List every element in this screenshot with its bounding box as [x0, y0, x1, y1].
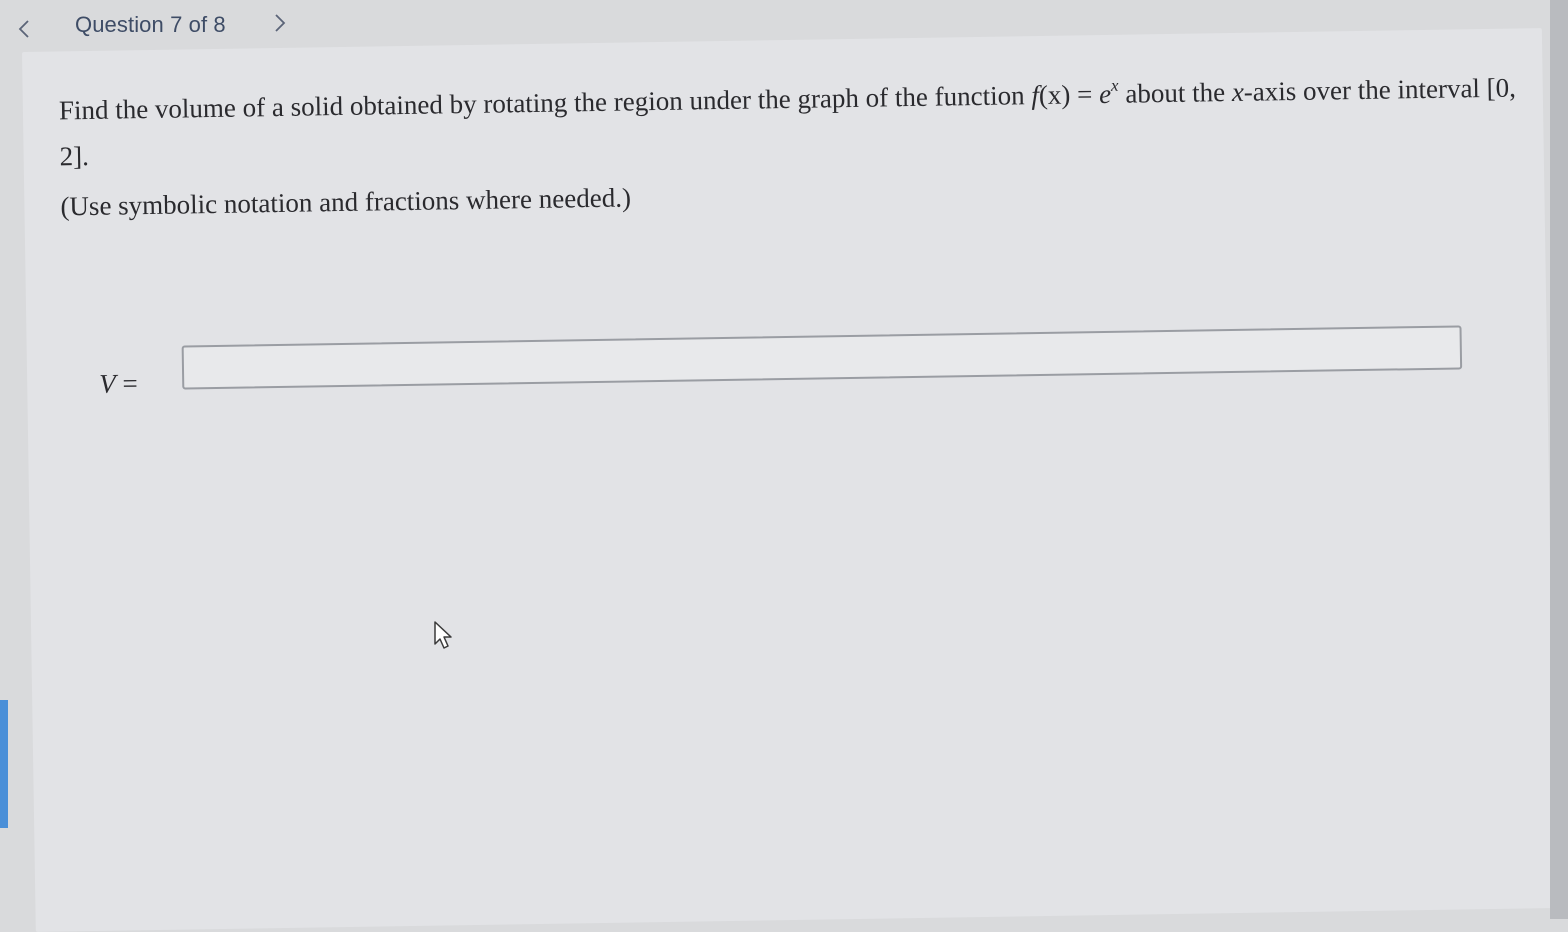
chevron-left-icon	[18, 20, 29, 38]
problem-text-start: Find the volume of a solid obtained by r…	[58, 80, 1032, 126]
previous-question-button[interactable]	[10, 12, 38, 46]
exponential-base: e	[1098, 78, 1112, 110]
question-panel: Find the volume of a solid obtained by r…	[22, 28, 1556, 932]
answer-variable: V	[98, 368, 116, 399]
answer-equals: =	[115, 368, 138, 399]
problem-statement: Find the volume of a solid obtained by r…	[59, 64, 1520, 179]
next-question-button[interactable]	[266, 6, 294, 40]
function-argument: (x)	[1038, 79, 1071, 111]
notation-hint: (Use symbolic notation and fractions whe…	[60, 182, 632, 222]
answer-input[interactable]	[181, 325, 1463, 390]
answer-label: V =	[99, 368, 138, 400]
chevron-right-icon	[275, 14, 286, 32]
problem-text-middle: about the	[1118, 77, 1233, 109]
screen-edge	[1550, 0, 1568, 919]
left-accent-strip	[0, 700, 8, 828]
axis-variable: x	[1231, 76, 1245, 108]
question-counter: Question 7 of 8	[75, 12, 226, 37]
equals-sign: =	[1070, 79, 1100, 110]
mouse-pointer-icon	[434, 621, 452, 649]
